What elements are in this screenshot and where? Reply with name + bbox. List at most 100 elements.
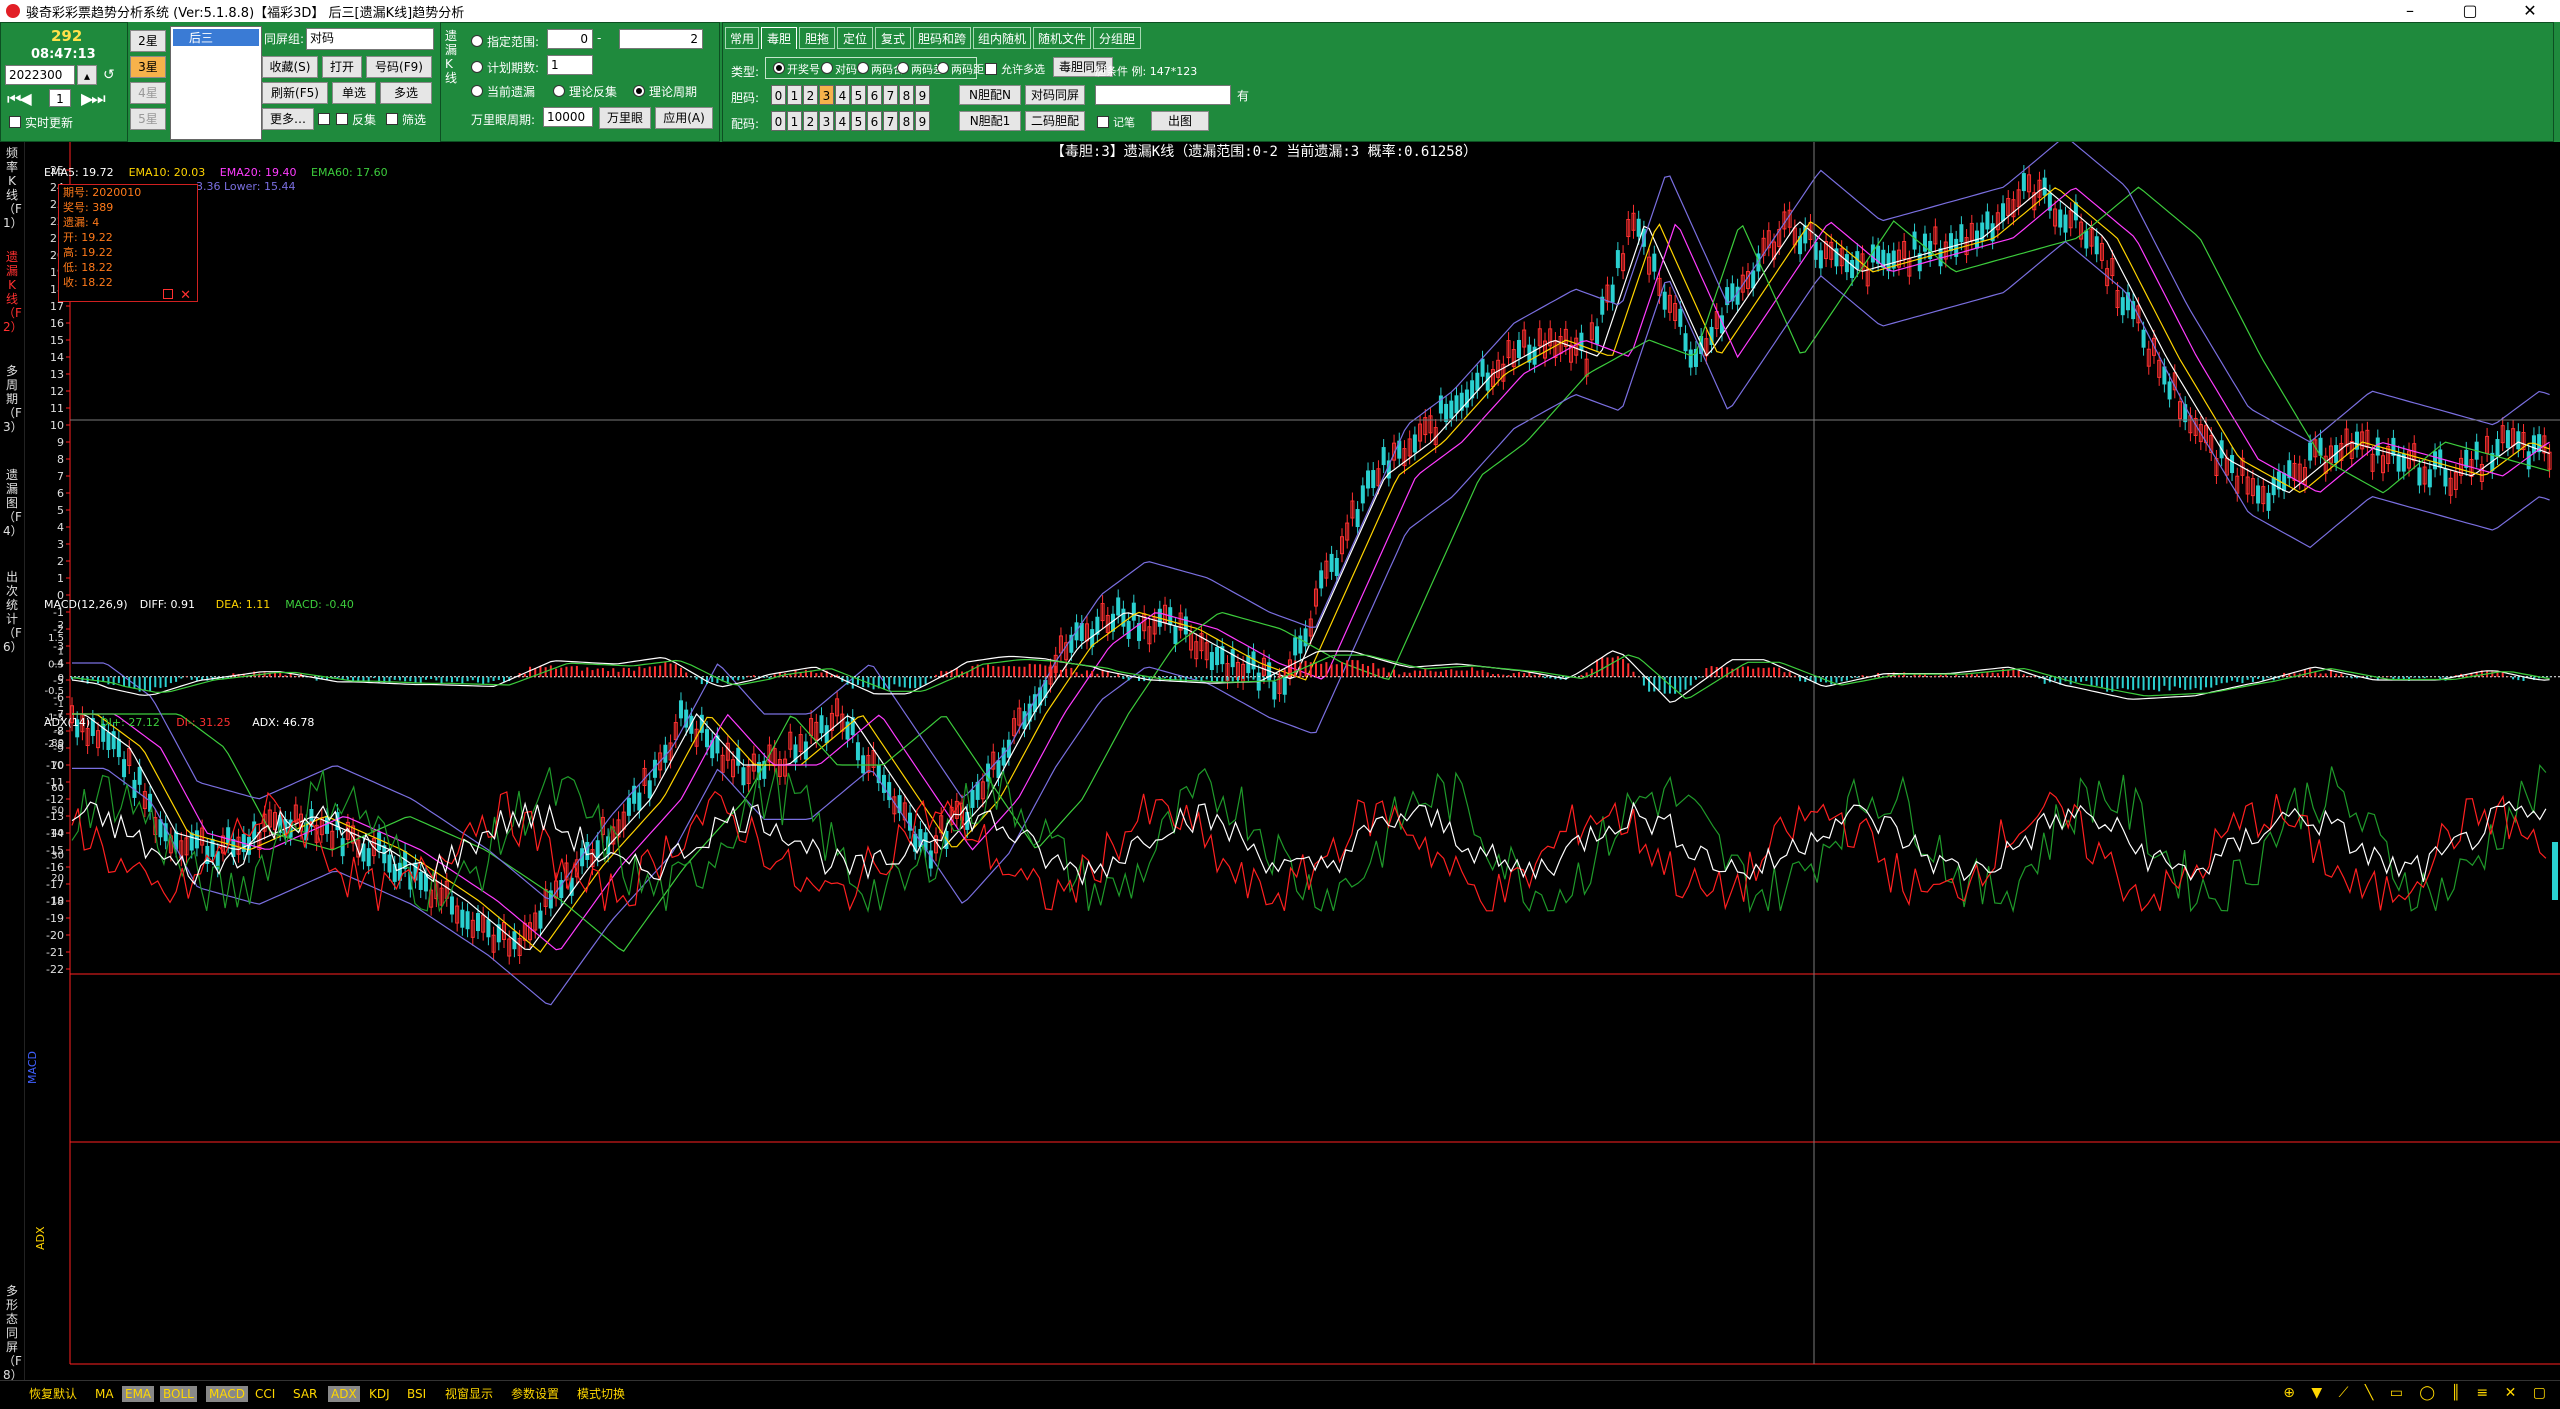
peima-digit-6[interactable]: 6 (867, 111, 882, 131)
wanli-button[interactable]: 万里眼 (599, 107, 651, 129)
open-button[interactable]: 打开 (322, 56, 362, 78)
more-checkbox[interactable] (318, 113, 330, 125)
indicator-tab-1[interactable]: MA (92, 1386, 117, 1402)
indicator-tab-9[interactable]: BSI (404, 1386, 429, 1402)
nav-next-icons[interactable]: ▶⏭ (81, 89, 106, 109)
two-dan-button[interactable]: 二码胆配 (1025, 111, 1085, 131)
peima-digit-0[interactable]: 0 (771, 111, 786, 131)
tab-common[interactable]: 常用 (725, 27, 759, 49)
indicator-tab-6[interactable]: SAR (290, 1386, 320, 1402)
indicator-tab-0[interactable]: 恢复默认 (26, 1386, 80, 1402)
star-2-button[interactable]: 2星 (130, 30, 166, 52)
star-4-button[interactable]: 4星 (130, 82, 166, 104)
condition-input[interactable] (1095, 85, 1231, 105)
indicator-tab-11[interactable]: 参数设置 (508, 1386, 562, 1402)
wanli-input[interactable]: 10000 (543, 107, 593, 127)
more-button[interactable]: 更多… (262, 108, 314, 130)
danma-digit-1[interactable]: 1 (787, 85, 802, 105)
peima-digit-5[interactable]: 5 (851, 111, 866, 131)
sidebar-item-multi-form[interactable]: 多形态同屏（F8） (3, 1284, 23, 1382)
indicator-tab-4[interactable]: MACD (206, 1386, 248, 1402)
danma-digit-5[interactable]: 5 (851, 85, 866, 105)
danma-digit-7[interactable]: 7 (883, 85, 898, 105)
refresh-small-icon[interactable]: ↺ (103, 67, 115, 83)
theory-cycle-radio[interactable] (633, 85, 645, 97)
tab-group-random[interactable]: 组内随机 (973, 27, 1031, 49)
indicator-tab-2[interactable]: EMA (122, 1386, 155, 1402)
close-button[interactable]: ✕ (2500, 0, 2560, 22)
danma-digit-0[interactable]: 0 (771, 85, 786, 105)
type-duima-radio[interactable] (821, 62, 833, 74)
period-spinner[interactable]: ▴ (77, 65, 97, 85)
danma-digit-3[interactable]: 3 (819, 85, 834, 105)
info-close-icon[interactable]: ✕ (180, 288, 191, 303)
sidebar-item-miss-chart[interactable]: 遗漏图（F4） (3, 468, 23, 538)
realtime-checkbox[interactable] (9, 116, 21, 128)
peima-digit-4[interactable]: 4 (835, 111, 850, 131)
tab-fushi[interactable]: 复式 (875, 27, 911, 49)
indicator-tab-8[interactable]: KDJ (366, 1386, 393, 1402)
range-radio[interactable] (471, 35, 483, 47)
indicator-tab-7[interactable]: ADX (328, 1386, 360, 1402)
remember-checkbox[interactable] (1097, 116, 1109, 128)
type-kaijiang-radio[interactable] (773, 62, 785, 74)
scroll-indicator[interactable] (2552, 842, 2558, 900)
tab-random-file[interactable]: 随机文件 (1033, 27, 1091, 49)
tab-dantuo[interactable]: 胆拖 (799, 27, 835, 49)
range-to-input[interactable]: 2 (619, 29, 703, 49)
allow-multi-checkbox[interactable] (985, 63, 997, 75)
nav-prev-icons[interactable]: ⏮◀ (7, 89, 32, 109)
peima-digit-2[interactable]: 2 (803, 111, 818, 131)
current-miss-radio[interactable] (471, 85, 483, 97)
play-list[interactable]: 后三 (170, 26, 262, 140)
star-5-button[interactable]: 5星 (130, 108, 166, 130)
chart-area[interactable]: 【毒胆:3】遗漏K线（遗漏范围:0-2 当前遗漏:3 概率:0.61258） E… (24, 142, 2560, 1380)
type-diff-radio[interactable] (897, 62, 909, 74)
plan-input[interactable]: 1 (547, 55, 593, 75)
danma-digit-2[interactable]: 2 (803, 85, 818, 105)
sidebar-item-multi-cycle[interactable]: 多周期（F3） (3, 364, 23, 434)
play-list-item[interactable]: 后三 (173, 29, 259, 46)
n-dan-n-button[interactable]: N胆配N (959, 85, 1021, 105)
output-chart-button[interactable]: 出图 (1151, 111, 1209, 131)
indicator-tab-5[interactable]: CCI (252, 1386, 278, 1402)
favorite-button[interactable]: 收藏(S) (262, 56, 318, 78)
minimize-button[interactable]: – (2380, 0, 2440, 22)
apply-button[interactable]: 应用(A) (655, 107, 713, 129)
info-pin-icon[interactable] (163, 289, 173, 299)
draw-tools-icons[interactable]: ⊕ ▼ ⟋ ╲ ▭ ◯ ║ ≡ ✕ ▢ (2283, 1385, 2552, 1401)
peima-digit-3[interactable]: 3 (819, 111, 834, 131)
sidebar-item-miss-kline[interactable]: 遗漏K线（F2） (3, 250, 23, 334)
indicator-tab-3[interactable]: BOLL (160, 1386, 197, 1402)
combo-select[interactable]: 对码 (306, 28, 434, 50)
maximize-button[interactable]: ▢ (2440, 0, 2500, 22)
plan-radio[interactable] (471, 61, 483, 73)
tab-danma[interactable]: 胆码和跨 (913, 27, 971, 49)
peima-digit-8[interactable]: 8 (899, 111, 914, 131)
danma-digit-6[interactable]: 6 (867, 85, 882, 105)
shaixuan-checkbox[interactable] (386, 113, 398, 125)
indicator-tab-10[interactable]: 视窗显示 (442, 1386, 496, 1402)
peima-digit-7[interactable]: 7 (883, 111, 898, 131)
tab-position[interactable]: 定位 (837, 27, 873, 49)
type-sum-radio[interactable] (857, 62, 869, 74)
refresh-button[interactable]: 刷新(F5) (262, 82, 328, 104)
pair-screen-button[interactable]: 对码同屏 (1025, 85, 1085, 105)
tab-dudan[interactable]: 毒胆 (761, 27, 797, 49)
peima-digit-1[interactable]: 1 (787, 111, 802, 131)
theory-fanji-radio[interactable] (553, 85, 565, 97)
period-step-input[interactable]: 1 (49, 89, 71, 107)
multi-select-button[interactable]: 多选 (380, 82, 432, 104)
sidebar-item-count-stat[interactable]: 出次统计（F6） (3, 570, 23, 654)
indicator-tab-12[interactable]: 模式切换 (574, 1386, 628, 1402)
danma-digit-4[interactable]: 4 (835, 85, 850, 105)
period-input[interactable]: 2022300 (5, 65, 75, 85)
number-button[interactable]: 号码(F9) (366, 56, 432, 78)
peima-digit-9[interactable]: 9 (915, 111, 930, 131)
single-select-button[interactable]: 单选 (332, 82, 376, 104)
type-dist-radio[interactable] (937, 62, 949, 74)
range-from-input[interactable]: 0 (547, 29, 593, 49)
n-dan-1-button[interactable]: N胆配1 (959, 111, 1021, 131)
danma-digit-9[interactable]: 9 (915, 85, 930, 105)
tab-group-dan[interactable]: 分组胆 (1093, 27, 1141, 49)
